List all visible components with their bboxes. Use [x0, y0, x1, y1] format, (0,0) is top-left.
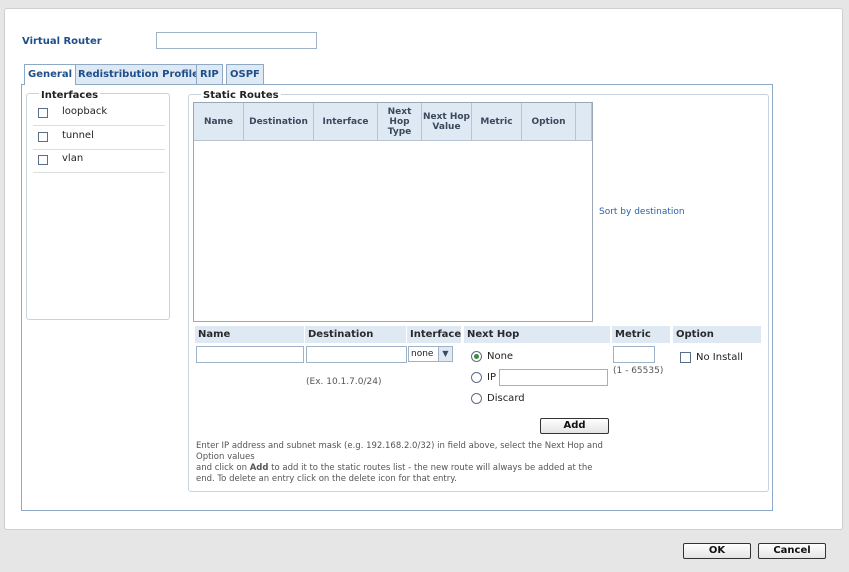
- column-header-name[interactable]: Name: [194, 103, 244, 141]
- sort-by-destination-link[interactable]: Sort by destination: [599, 207, 685, 217]
- form-header-metric: Metric: [612, 326, 670, 343]
- metric-input[interactable]: [613, 346, 655, 363]
- column-header-interface[interactable]: Interface: [314, 103, 378, 141]
- ok-button[interactable]: OK: [683, 543, 751, 559]
- metric-range-hint: (1 - 65535): [613, 366, 664, 376]
- interface-item-tunnel[interactable]: tunnel: [33, 127, 165, 150]
- no-install-label: No Install: [696, 352, 743, 363]
- interface-select[interactable]: none ▼: [408, 346, 453, 362]
- next-hop-ip-radio[interactable]: [471, 372, 482, 383]
- tab-rip[interactable]: RIP: [196, 64, 223, 84]
- vlan-checkbox[interactable]: [38, 155, 48, 165]
- loopback-checkbox[interactable]: [38, 108, 48, 118]
- instruction-text: Enter IP address and subnet mask (e.g. 1…: [196, 441, 606, 485]
- no-install-checkbox[interactable]: [680, 352, 691, 363]
- next-hop-ip-label: IP: [487, 372, 496, 383]
- chevron-down-icon[interactable]: ▼: [438, 347, 452, 361]
- interfaces-legend: Interfaces: [39, 90, 101, 101]
- form-header-name: Name: [195, 326, 304, 343]
- tab-redistribution-profiles[interactable]: Redistribution Profiles: [74, 64, 209, 84]
- interface-label: loopback: [62, 106, 108, 117]
- route-name-input[interactable]: [196, 346, 304, 363]
- next-hop-discard-radio[interactable]: [471, 393, 482, 404]
- next-hop-discard-label: Discard: [487, 393, 525, 404]
- form-header-option: Option: [673, 326, 761, 343]
- form-header-interface: Interface: [407, 326, 461, 343]
- next-hop-none-radio[interactable]: [471, 351, 482, 362]
- interface-select-value: none: [411, 349, 434, 359]
- column-header-destination[interactable]: Destination: [244, 103, 314, 141]
- add-button[interactable]: Add: [540, 418, 609, 434]
- interface-item-loopback[interactable]: loopback: [33, 103, 165, 126]
- static-routes-legend: Static Routes: [201, 90, 281, 101]
- next-hop-none-label: None: [487, 351, 514, 362]
- column-header-blank: [576, 103, 592, 141]
- form-header-destination: Destination: [305, 326, 406, 343]
- static-routes-table: Name Destination Interface Next Hop Type…: [193, 102, 593, 322]
- tunnel-checkbox[interactable]: [38, 132, 48, 142]
- instruction-text-add: Add: [249, 463, 269, 473]
- next-hop-ip-input[interactable]: [499, 369, 608, 386]
- destination-input[interactable]: [306, 346, 407, 363]
- instruction-line-2: and click on Add to add it to the static…: [196, 463, 606, 485]
- destination-example: (Ex. 10.1.7.0/24): [306, 377, 382, 387]
- virtual-router-input[interactable]: [156, 32, 317, 49]
- instruction-line-1: Enter IP address and subnet mask (e.g. 1…: [196, 441, 603, 462]
- column-header-metric[interactable]: Metric: [472, 103, 522, 141]
- virtual-router-label: Virtual Router: [22, 36, 102, 47]
- tab-ospf[interactable]: OSPF: [226, 64, 264, 84]
- column-header-option[interactable]: Option: [522, 103, 576, 141]
- cancel-button[interactable]: Cancel: [758, 543, 826, 559]
- interface-label: vlan: [62, 153, 84, 164]
- column-header-next-hop-value[interactable]: Next Hop Value: [422, 103, 472, 141]
- instruction-text-pre: and click on: [196, 463, 250, 473]
- interface-label: tunnel: [62, 130, 94, 141]
- column-header-next-hop-type[interactable]: Next Hop Type: [378, 103, 422, 141]
- form-header-next-hop: Next Hop: [464, 326, 610, 343]
- interface-item-vlan[interactable]: vlan: [33, 150, 165, 173]
- tab-general[interactable]: General: [24, 64, 76, 85]
